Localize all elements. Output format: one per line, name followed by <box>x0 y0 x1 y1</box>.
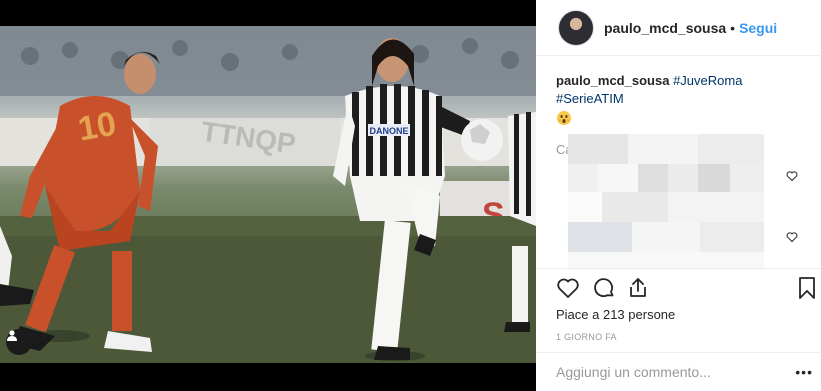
like-heart-icon[interactable] <box>556 276 580 300</box>
comment-like-heart-icon[interactable] <box>786 170 798 182</box>
comment-bubble-icon[interactable] <box>592 276 616 300</box>
shirt-number: 10 <box>75 105 119 149</box>
tagged-user-icon[interactable] <box>6 329 32 355</box>
share-upload-icon[interactable] <box>626 276 650 300</box>
header-username[interactable]: paulo_mcd_sousa <box>604 20 726 36</box>
hashtag-juveroma[interactable]: #JuveRoma <box>673 73 742 88</box>
post-header: paulo_mcd_sousa • Segui <box>536 0 821 56</box>
comment-like-heart-icon[interactable] <box>786 231 798 243</box>
scream-emoji-icon <box>557 111 571 125</box>
sponsor-text: DANONE <box>369 126 408 136</box>
divider <box>536 268 821 269</box>
caption-username[interactable]: paulo_mcd_sousa <box>556 73 669 88</box>
caption: paulo_mcd_sousa #JuveRoma #SerieATIM <box>556 72 806 108</box>
likes-count[interactable]: Piace a 213 persone <box>556 307 675 322</box>
comment-input[interactable] <box>556 364 776 380</box>
post-side-panel: paulo_mcd_sousa • Segui paulo_mcd_sousa … <box>536 0 821 391</box>
post-timestamp[interactable]: 1 GIORNO FA <box>556 332 617 342</box>
more-options-icon[interactable]: ••• <box>795 365 813 379</box>
blurred-comments <box>568 134 764 270</box>
add-comment-bar: ••• <box>536 352 821 391</box>
post-photo[interactable]: TTNQP S DANONE 10 <box>0 26 536 363</box>
avatar[interactable] <box>558 9 594 46</box>
hashtag-serieatim[interactable]: #SerieATIM <box>556 91 624 106</box>
follow-button[interactable]: Segui <box>739 20 777 36</box>
post-actions <box>556 276 820 304</box>
football-photo-illustration: TTNQP S DANONE 10 <box>0 26 536 363</box>
save-bookmark-icon[interactable] <box>796 276 818 300</box>
header-separator: • <box>730 19 736 36</box>
